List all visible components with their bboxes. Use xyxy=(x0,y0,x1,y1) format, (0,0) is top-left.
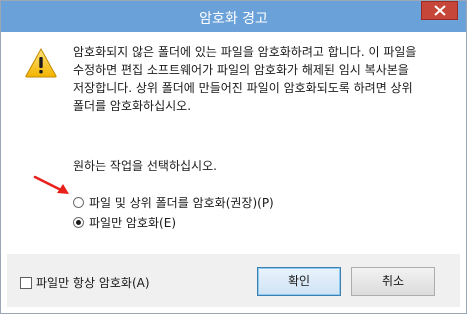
dialog-window: 암호화 경고 암호화되지 않은 폴더에 있는 파일을 암호화하려고 합니다. 이… xyxy=(0,0,467,314)
title-bar[interactable]: 암호화 경고 xyxy=(1,1,466,32)
dialog-content: 암호화되지 않은 폴더에 있는 파일을 암호화하려고 합니다. 이 파일을 수정… xyxy=(7,32,460,254)
always-encrypt-checkbox[interactable] xyxy=(20,276,32,289)
action-prompt: 원하는 작업을 선택하십시오. xyxy=(73,159,217,173)
radio-label-file-and-parent: 파일 및 상위 폴더를 암호화(권장)(P) xyxy=(89,195,274,210)
warning-icon xyxy=(25,48,57,78)
close-icon xyxy=(434,5,446,16)
red-arrow-icon xyxy=(33,175,69,194)
always-encrypt-label: 파일만 항상 암호화(A) xyxy=(36,276,150,290)
always-encrypt-checkbox-row[interactable]: 파일만 항상 암호화(A) xyxy=(20,274,150,291)
dialog-title: 암호화 경고 xyxy=(199,11,268,27)
radio-encrypt-file-and-parent[interactable]: 파일 및 상위 폴더를 암호화(권장)(P) xyxy=(73,194,274,210)
radio-button-checked[interactable] xyxy=(73,216,84,228)
warning-message: 암호화되지 않은 폴더에 있는 파일을 암호화하려고 합니다. 이 파일을 수정… xyxy=(73,45,417,113)
close-button[interactable] xyxy=(421,1,458,20)
ok-button[interactable]: 확인 xyxy=(257,267,341,296)
radio-encrypt-file-only[interactable]: 파일만 암호화(E) xyxy=(73,214,176,230)
cancel-button[interactable]: 취소 xyxy=(351,267,435,296)
radio-button-unchecked[interactable] xyxy=(73,196,84,208)
dialog-footer: 파일만 항상 암호화(A) 확인 취소 xyxy=(7,254,460,307)
radio-label-file-only: 파일만 암호화(E) xyxy=(89,215,177,230)
